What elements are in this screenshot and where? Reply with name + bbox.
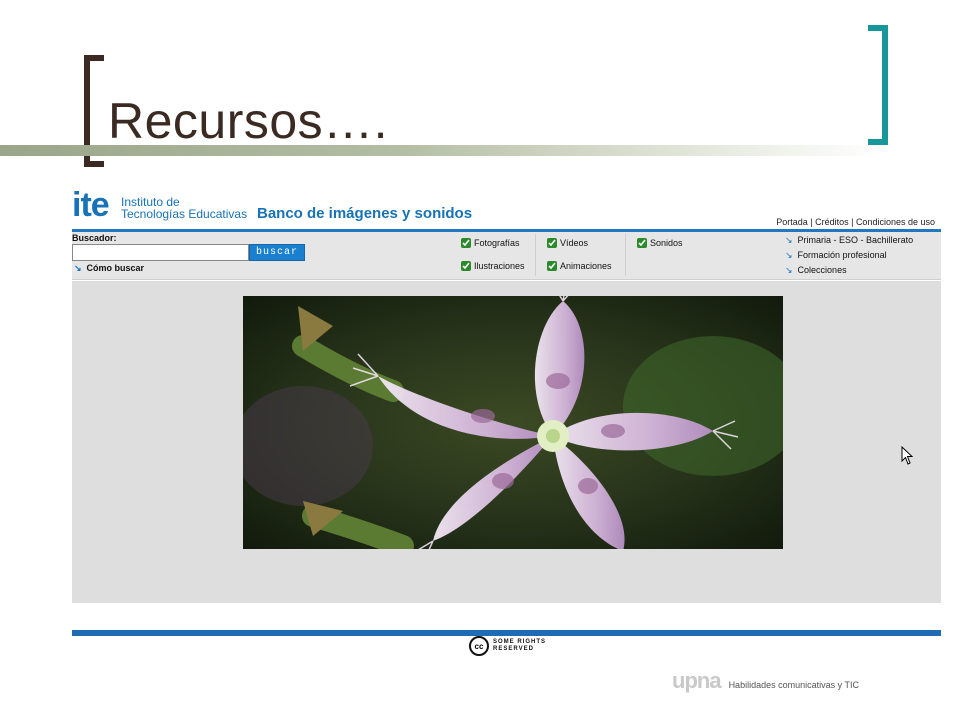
arrow-down-right-icon: ↘ xyxy=(785,250,793,260)
filter-ilustraciones-label: Ilustraciones xyxy=(474,261,525,271)
top-links: Portada | Créditos | Condiciones de uso xyxy=(776,217,935,227)
footer-tagline: Habilidades comunicativas y TIC xyxy=(728,680,859,690)
cc-rights-text: SOME RIGHTS RESERVED xyxy=(493,639,546,653)
content-area xyxy=(72,281,941,603)
search-button[interactable]: buscar xyxy=(249,244,305,261)
link-formacion-label: Formación profesional xyxy=(797,250,887,260)
filter-videos[interactable]: Vídeos xyxy=(547,238,588,248)
checkbox-checked-icon[interactable] xyxy=(461,261,471,271)
how-to-search-link[interactable]: ↘ Cómo buscar xyxy=(74,263,144,274)
embedded-webpage-screenshot: ite Instituto de Tecnologías Educativas … xyxy=(72,184,941,664)
flower-photo[interactable] xyxy=(243,296,783,549)
link-colecciones[interactable]: ↘ Colecciones xyxy=(785,264,913,279)
category-links: ↘ Primaria - ESO - Bachillerato ↘ Formació… xyxy=(785,234,913,279)
search-input[interactable] xyxy=(72,244,249,261)
link-colecciones-label: Colecciones xyxy=(797,265,847,275)
filter-animaciones[interactable]: Animaciones xyxy=(547,261,612,271)
filter-fotografias-label: Fotografías xyxy=(474,238,520,248)
mouse-pointer-icon xyxy=(901,446,914,465)
creative-commons-badge[interactable]: cc SOME RIGHTS RESERVED xyxy=(469,636,546,656)
checkbox-checked-icon[interactable] xyxy=(461,238,471,248)
upna-logo-text: upna xyxy=(672,668,722,693)
upna-footer-logo: upna Habilidades comunicativas y TIC xyxy=(672,668,859,694)
arrow-down-right-icon: ↘ xyxy=(785,235,793,245)
filter-divider xyxy=(625,234,626,276)
cc-rights-line-2: RESERVED xyxy=(493,646,534,652)
filter-sonidos-label: Sonidos xyxy=(650,238,683,248)
link-condiciones[interactable]: Condiciones de uso xyxy=(856,217,935,227)
upna-logo: upna xyxy=(672,668,722,694)
right-bracket-decoration xyxy=(868,25,888,145)
ite-logo[interactable]: ite xyxy=(72,186,110,225)
filter-animaciones-label: Animaciones xyxy=(560,261,612,271)
link-formacion-profesional[interactable]: ↘ Formación profesional xyxy=(785,249,913,264)
link-creditos[interactable]: Créditos xyxy=(815,217,849,227)
slide-title: Recursos…. xyxy=(108,93,389,149)
cc-rights-line-1: SOME RIGHTS xyxy=(493,639,547,645)
institute-name: Instituto de Tecnologías Educativas xyxy=(121,196,247,220)
link-portada[interactable]: Portada xyxy=(776,217,808,227)
institute-line-2: Tecnologías Educativas xyxy=(121,207,248,221)
filter-sonidos[interactable]: Sonidos xyxy=(637,238,683,248)
flower-photo-image xyxy=(243,296,783,549)
creative-commons-icon: cc xyxy=(469,636,489,656)
checkbox-checked-icon[interactable] xyxy=(547,238,557,248)
checkbox-checked-icon[interactable] xyxy=(547,261,557,271)
checkbox-checked-icon[interactable] xyxy=(637,238,647,248)
arrow-down-right-icon: ↘ xyxy=(785,265,793,275)
search-bar: Buscador: buscar ↘ Cómo buscar Fotografía… xyxy=(72,232,941,280)
filter-divider xyxy=(535,234,536,276)
filter-fotografias[interactable]: Fotografías xyxy=(461,238,520,248)
filter-videos-label: Vídeos xyxy=(560,238,589,248)
link-primaria-label: Primaria - ESO - Bachillerato xyxy=(797,235,914,245)
site-banner-title: Banco de imágenes y sonidos xyxy=(257,205,473,222)
how-to-search-label: Cómo buscar xyxy=(86,263,145,273)
filter-ilustraciones[interactable]: Ilustraciones xyxy=(461,261,525,271)
search-label: Buscador: xyxy=(72,233,117,243)
arrow-down-right-icon: ↘ xyxy=(74,263,82,273)
link-primaria-eso-bachillerato[interactable]: ↘ Primaria - ESO - Bachillerato xyxy=(785,234,913,249)
site-header: ite Instituto de Tecnologías Educativas … xyxy=(72,184,941,228)
